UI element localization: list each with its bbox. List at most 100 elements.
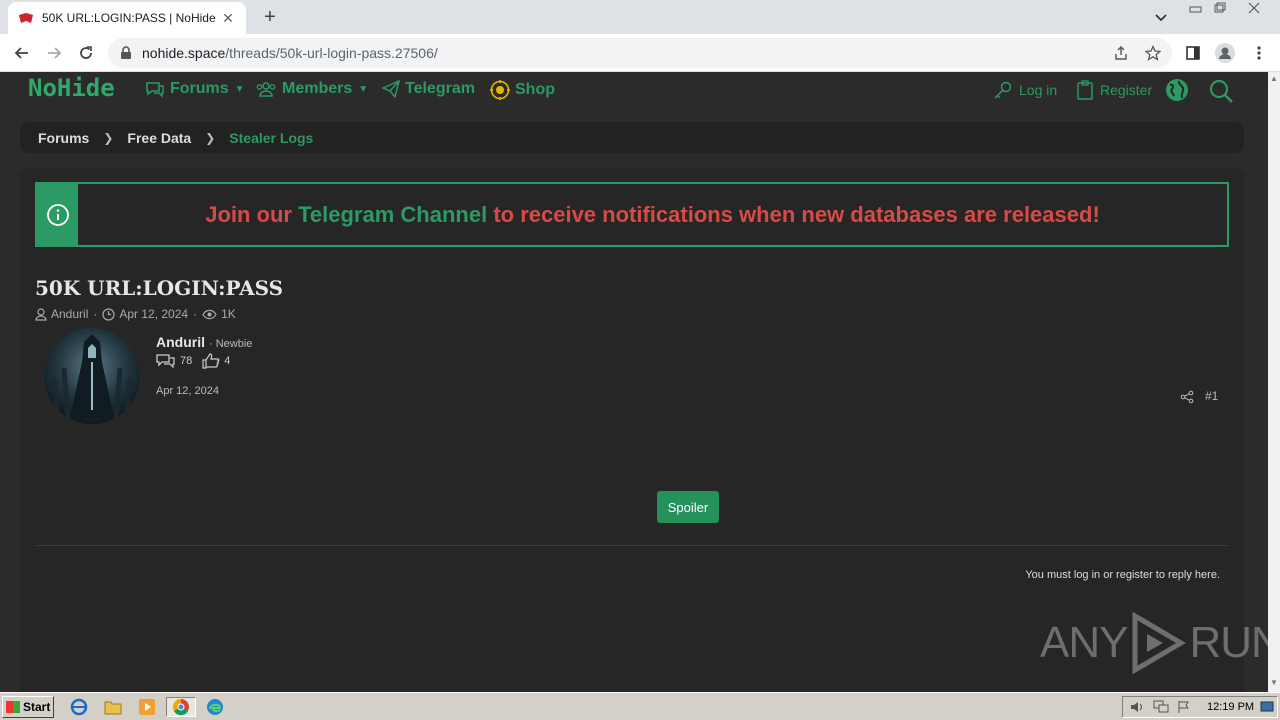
address-bar[interactable]: nohide.space/threads/50k-url-login-pass.… xyxy=(108,38,1172,68)
watermark-left: ANY xyxy=(1040,618,1128,667)
avatar-knight-image xyxy=(51,334,133,421)
register-label: Register xyxy=(1100,82,1153,98)
clock-icon xyxy=(102,307,115,321)
post-username[interactable]: Anduril xyxy=(156,334,205,350)
breadcrumb-chevron-icon: ❯ xyxy=(205,130,216,145)
post-divider xyxy=(35,545,1229,546)
avatar[interactable] xyxy=(44,328,140,424)
start-label: Start xyxy=(23,700,51,714)
reply-login-note: You must log in or register to reply her… xyxy=(1025,569,1220,581)
breadcrumb-chevron-icon: ❯ xyxy=(103,130,114,145)
restore-window-icon[interactable] xyxy=(1210,2,1230,18)
shop-coin-icon xyxy=(490,80,510,100)
windows-logo-icon xyxy=(6,701,20,713)
nav-telegram-label: Telegram xyxy=(405,80,475,97)
anyrun-watermark: ANY RUN xyxy=(1040,612,1268,674)
search-icon[interactable] xyxy=(1208,78,1234,104)
windows-taskbar: Start 12:19 PM xyxy=(0,692,1280,720)
network-icon[interactable] xyxy=(1153,700,1169,714)
nav-forums[interactable]: Forums ▼ xyxy=(145,80,245,98)
telegram-channel-link[interactable]: Telegram Channel xyxy=(298,202,487,228)
eye-icon xyxy=(202,309,217,319)
post-user-role: · Newbie xyxy=(209,338,253,350)
tab-close-icon[interactable]: ✕ xyxy=(220,10,236,27)
members-users-icon xyxy=(256,82,276,97)
nav-members-label: Members xyxy=(282,80,353,97)
notice-message: Join our Telegram Channel to receive not… xyxy=(78,184,1227,245)
web-page: NoHide Forums ▼ Members ▼ Telegram Shop … xyxy=(0,72,1268,692)
breadcrumb-stealer-logs[interactable]: Stealer Logs xyxy=(229,130,313,146)
login-label: Log in xyxy=(1019,82,1058,98)
tab-search-chevron-icon[interactable] xyxy=(1152,8,1170,26)
media-player-icon[interactable] xyxy=(136,697,158,717)
user-icon xyxy=(35,307,47,321)
ie-icon[interactable] xyxy=(68,697,90,717)
edge-icon[interactable] xyxy=(204,697,226,717)
watermark-right: RUN xyxy=(1189,618,1268,667)
notice-text-start: Join our xyxy=(205,201,299,227)
browser-toolbar: nohide.space/threads/50k-url-login-pass.… xyxy=(0,34,1280,72)
system-tray: 12:19 PM xyxy=(1122,696,1278,718)
telegram-notice-banner: Join our Telegram Channel to receive not… xyxy=(35,182,1229,247)
forums-caret-icon[interactable]: ▼ xyxy=(235,84,245,95)
share-page-icon[interactable] xyxy=(1110,42,1132,64)
globe-icon[interactable] xyxy=(1165,78,1189,102)
folder-icon[interactable] xyxy=(102,697,124,717)
start-button[interactable]: Start xyxy=(2,696,54,718)
close-window-icon[interactable] xyxy=(1244,2,1264,18)
info-icon xyxy=(46,203,69,226)
scroll-down-icon[interactable]: ▼ xyxy=(1270,678,1278,687)
thumbs-up-icon xyxy=(202,353,220,369)
post-number[interactable]: #1 xyxy=(1205,389,1218,403)
nav-members[interactable]: Members ▼ xyxy=(255,80,368,98)
thread-meta: Anduril · Apr 12, 2024 · 1K xyxy=(35,307,236,321)
forward-arrow-icon[interactable] xyxy=(42,41,66,65)
site-logo[interactable]: NoHide xyxy=(28,74,115,102)
tab-title: 50K URL:LOGIN:PASS | NoHide xyxy=(42,11,216,25)
action-center-flag-icon[interactable] xyxy=(1177,700,1191,714)
nav-shop[interactable]: Shop xyxy=(490,80,555,100)
browser-tab-strip: 50K URL:LOGIN:PASS | NoHide ✕ + xyxy=(0,0,1280,34)
url-path: /threads/50k-url-login-pass.27506/ xyxy=(225,45,438,61)
thread-views: 1K xyxy=(221,307,236,321)
show-desktop-icon[interactable] xyxy=(1260,701,1274,713)
login-link[interactable]: Log in xyxy=(993,80,1057,100)
notice-icon-box xyxy=(37,184,78,245)
meta-separator: · xyxy=(193,307,198,321)
minimize-window-icon[interactable] xyxy=(1186,2,1206,18)
bookmark-star-icon[interactable] xyxy=(1142,42,1164,64)
messages-count: 78 xyxy=(180,355,193,367)
thread-title: 50K URL:LOGIN:PASS xyxy=(35,276,284,300)
breadcrumb-forums[interactable]: Forums xyxy=(38,130,89,146)
reload-icon[interactable] xyxy=(74,41,98,65)
url-host: nohide.space xyxy=(142,45,226,61)
profile-avatar-icon[interactable] xyxy=(1214,42,1236,64)
scroll-up-icon[interactable]: ▲ xyxy=(1270,74,1278,83)
thread-date[interactable]: Apr 12, 2024 xyxy=(119,307,188,321)
browser-tab[interactable]: 50K URL:LOGIN:PASS | NoHide ✕ xyxy=(8,2,246,34)
taskbar-clock[interactable]: 12:19 PM xyxy=(1207,701,1254,713)
forums-chat-icon xyxy=(146,82,164,98)
back-arrow-icon[interactable] xyxy=(10,41,34,65)
volume-icon[interactable] xyxy=(1129,700,1145,714)
page-scrollbar[interactable]: ▲ ▼ xyxy=(1268,72,1280,692)
play-logo-icon xyxy=(1132,612,1187,674)
nav-telegram[interactable]: Telegram xyxy=(382,80,475,98)
lock-icon[interactable] xyxy=(120,46,132,60)
reactions-count: 4 xyxy=(224,355,231,367)
breadcrumb-free-data[interactable]: Free Data xyxy=(127,130,191,146)
breadcrumb: Forums ❯ Free Data ❯ Stealer Logs xyxy=(20,122,1244,153)
new-tab-button[interactable]: + xyxy=(258,6,282,28)
thread-author[interactable]: Anduril xyxy=(51,307,88,321)
post-date[interactable]: Apr 12, 2024 xyxy=(156,385,219,397)
chrome-taskbar-icon[interactable] xyxy=(166,697,196,717)
register-link[interactable]: Register xyxy=(1076,80,1152,100)
post-user-stats: 78 4 xyxy=(156,353,230,369)
members-caret-icon[interactable]: ▼ xyxy=(358,84,368,95)
side-panel-icon[interactable] xyxy=(1182,42,1204,64)
key-icon xyxy=(994,81,1012,99)
browser-menu-icon[interactable] xyxy=(1248,42,1270,64)
spoiler-button[interactable]: Spoiler xyxy=(657,491,719,523)
telegram-paper-plane-icon xyxy=(382,80,400,98)
share-icon[interactable] xyxy=(1180,390,1194,404)
